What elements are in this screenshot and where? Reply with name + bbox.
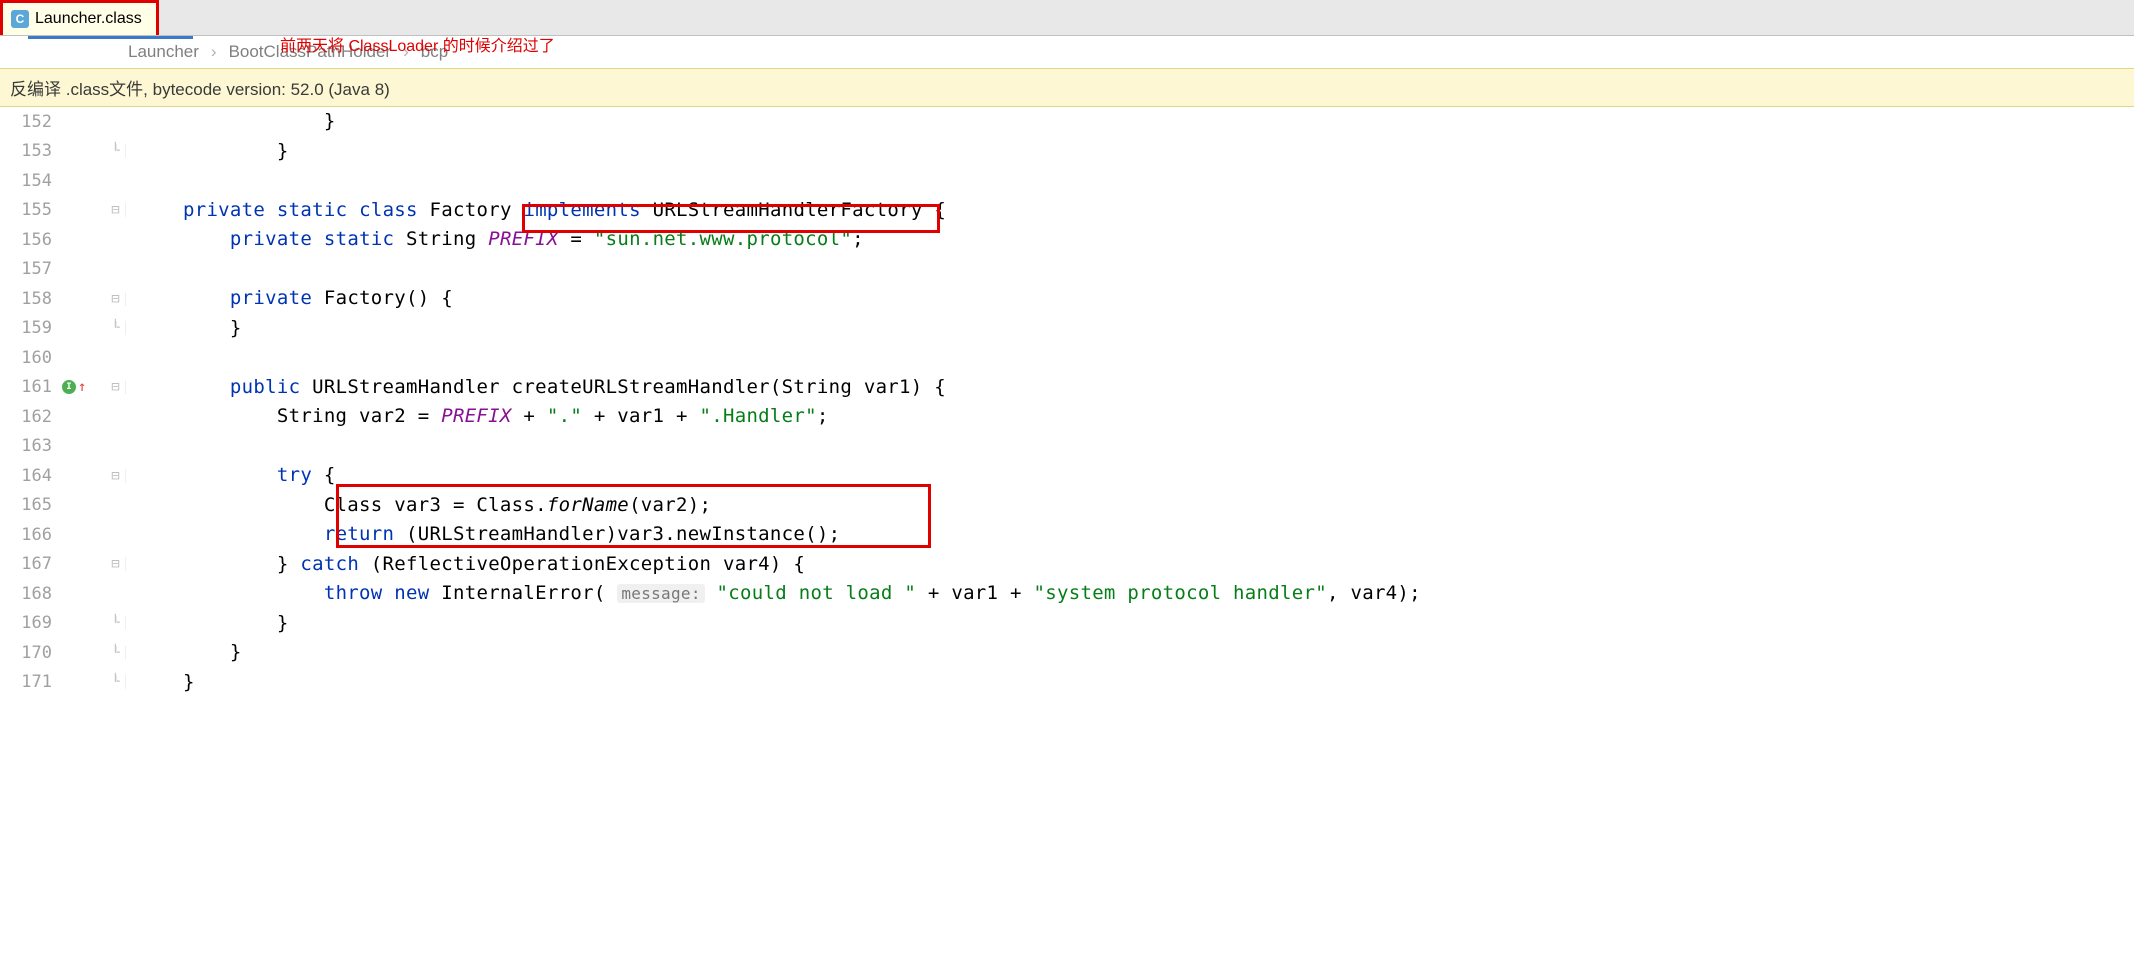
fold-column[interactable]: ⊟ [106, 203, 126, 217]
gutter-line: 169 └ [0, 609, 126, 639]
code-line[interactable]: } [136, 314, 2134, 344]
code-line[interactable]: } [136, 107, 2134, 137]
code-line[interactable] [136, 166, 2134, 196]
code-line[interactable]: try { [136, 461, 2134, 491]
code-line[interactable]: private static String PREFIX = "sun.net.… [136, 225, 2134, 255]
gutter[interactable]: 152 153 └ 154 155 ⊟ 156 157 158 ⊟ 159 └ 160 161 ↑ ⊟ 162 1… [0, 107, 126, 697]
fold-open-icon[interactable]: ⊟ [111, 380, 119, 394]
code-line[interactable]: } [136, 609, 2134, 639]
fold-column[interactable]: ⊟ [106, 380, 126, 394]
line-number[interactable]: 155 [0, 200, 58, 220]
gutter-line: 162 [0, 402, 126, 432]
code-line[interactable] [136, 343, 2134, 373]
code-line[interactable]: } [136, 638, 2134, 668]
gutter-line: 155 ⊟ [0, 196, 126, 226]
gutter-line: 160 [0, 343, 126, 373]
editor-tab[interactable]: C Launcher.class [0, 0, 159, 35]
fold-open-icon[interactable]: ⊟ [111, 557, 119, 571]
code-line[interactable] [136, 432, 2134, 462]
line-number[interactable]: 152 [0, 112, 58, 132]
line-number[interactable]: 168 [0, 584, 58, 604]
breadcrumb-item[interactable]: Launcher [128, 42, 199, 62]
line-number[interactable]: 169 [0, 613, 58, 633]
gutter-line: 158 ⊟ [0, 284, 126, 314]
code-line[interactable]: public URLStreamHandler createURLStreamH… [136, 373, 2134, 403]
line-number[interactable]: 157 [0, 259, 58, 279]
gutter-icons: ↑ [58, 379, 106, 395]
fold-column[interactable]: └ [106, 321, 126, 335]
fold-column[interactable]: ⊟ [106, 469, 126, 483]
line-number[interactable]: 171 [0, 672, 58, 692]
gutter-line: 166 [0, 520, 126, 550]
line-number[interactable]: 154 [0, 171, 58, 191]
gutter-line: 168 [0, 579, 126, 609]
code-line[interactable]: } [136, 668, 2134, 698]
tab-bar: C Launcher.class [0, 0, 2134, 36]
code-line[interactable]: return (URLStreamHandler)var3.newInstanc… [136, 520, 2134, 550]
line-number[interactable]: 158 [0, 289, 58, 309]
code-line[interactable]: } catch (ReflectiveOperationException va… [136, 550, 2134, 580]
gutter-line: 156 [0, 225, 126, 255]
line-number[interactable]: 161 [0, 377, 58, 397]
code-line[interactable]: } [136, 137, 2134, 167]
code-line[interactable]: Class var3 = Class.forName(var2); [136, 491, 2134, 521]
gutter-line: 154 [0, 166, 126, 196]
class-file-icon: C [11, 10, 29, 28]
fold-column[interactable]: ⊟ [106, 292, 126, 306]
editor-body: 152 153 └ 154 155 ⊟ 156 157 158 ⊟ 159 └ 160 161 ↑ ⊟ 162 1… [0, 107, 2134, 697]
fold-column[interactable]: └ [106, 646, 126, 660]
code-area[interactable]: } } private static class Factory impleme… [126, 107, 2134, 697]
annotation-text: 前两天将 ClassLoader 的时候介绍过了 [280, 32, 555, 56]
line-number[interactable]: 170 [0, 643, 58, 663]
gutter-line: 157 [0, 255, 126, 285]
code-line[interactable]: throw new InternalError( message: "could… [136, 579, 2134, 609]
line-number[interactable]: 160 [0, 348, 58, 368]
fold-open-icon[interactable]: ⊟ [111, 469, 119, 483]
gutter-line: 163 [0, 432, 126, 462]
gutter-line: 165 [0, 491, 126, 521]
fold-column[interactable]: ⊟ [106, 557, 126, 571]
tab-label: Launcher.class [35, 10, 142, 28]
line-number[interactable]: 165 [0, 495, 58, 515]
gutter-line: 161 ↑ ⊟ [0, 373, 126, 403]
fold-column[interactable]: └ [106, 675, 126, 689]
chevron-right-icon: › [211, 42, 217, 62]
line-number[interactable]: 163 [0, 436, 58, 456]
line-number[interactable]: 159 [0, 318, 58, 338]
code-line[interactable]: private Factory() { [136, 284, 2134, 314]
line-number[interactable]: 166 [0, 525, 58, 545]
gutter-line: 167 ⊟ [0, 550, 126, 580]
fold-open-icon[interactable]: ⊟ [111, 292, 119, 306]
gutter-line: 153 └ [0, 137, 126, 167]
fold-open-icon[interactable]: ⊟ [111, 203, 119, 217]
decompiled-banner: 反编译 .class文件, bytecode version: 52.0 (Ja… [0, 68, 2134, 107]
gutter-line: 170 └ [0, 638, 126, 668]
gutter-line: 159 └ [0, 314, 126, 344]
gutter-line: 152 [0, 107, 126, 137]
override-up-arrow-icon[interactable]: ↑ [78, 379, 86, 395]
line-number[interactable]: 156 [0, 230, 58, 250]
gutter-line: 164 ⊟ [0, 461, 126, 491]
fold-column[interactable]: └ [106, 616, 126, 630]
line-number[interactable]: 162 [0, 407, 58, 427]
tab-active-underline [28, 36, 193, 39]
code-line[interactable]: String var2 = PREFIX + "." + var1 + ".Ha… [136, 402, 2134, 432]
implements-method-icon[interactable] [62, 380, 76, 394]
line-number[interactable]: 153 [0, 141, 58, 161]
gutter-line: 171 └ [0, 668, 126, 698]
code-line[interactable] [136, 255, 2134, 285]
line-number[interactable]: 164 [0, 466, 58, 486]
line-number[interactable]: 167 [0, 554, 58, 574]
code-line[interactable]: private static class Factory implements … [136, 196, 2134, 226]
fold-column[interactable]: └ [106, 144, 126, 158]
